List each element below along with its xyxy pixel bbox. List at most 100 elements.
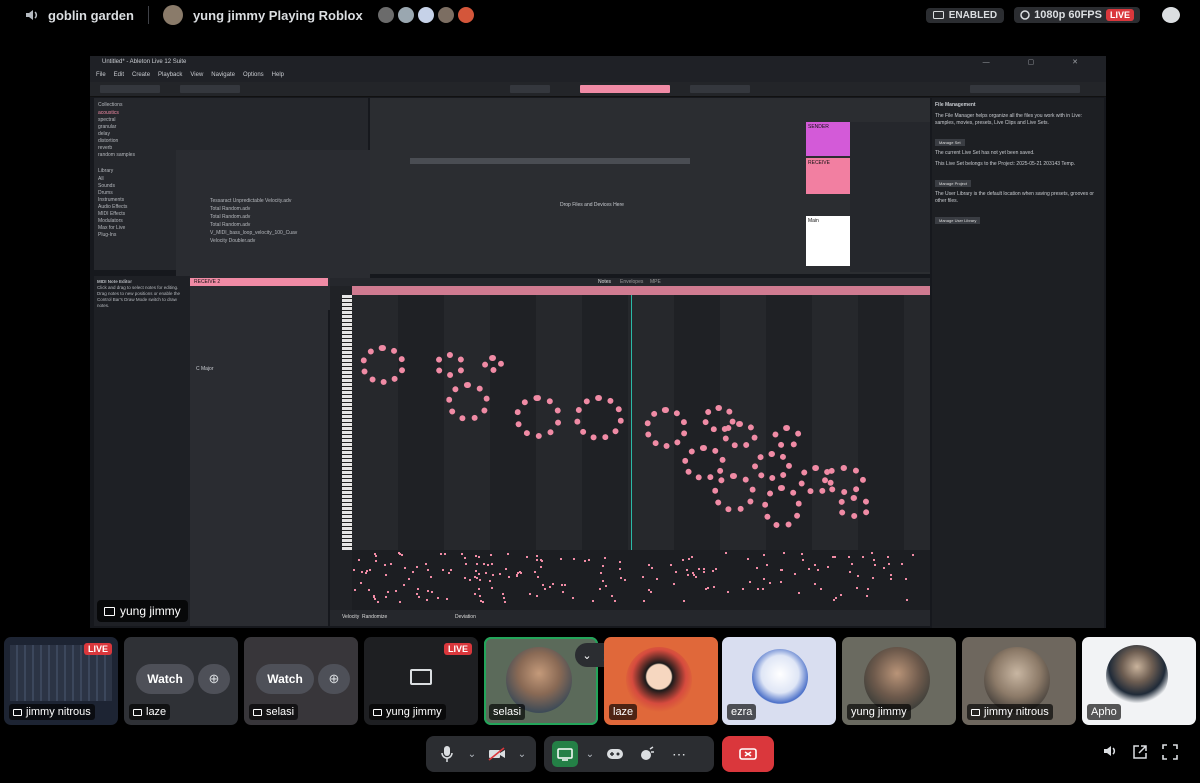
participant-name: selasi — [493, 706, 522, 718]
velocity-marker — [502, 593, 504, 595]
watch-popout-icon[interactable]: ⊕ — [198, 664, 230, 694]
participant-tile[interactable]: laze — [604, 637, 718, 725]
participant-tile[interactable]: jimmy nitrous — [962, 637, 1076, 725]
velocity-marker — [540, 566, 542, 568]
watch-button[interactable]: Watch — [136, 664, 194, 694]
watch-popout-icon[interactable]: ⊕ — [318, 664, 350, 694]
loop-bar — [580, 85, 670, 93]
chevron-down-icon[interactable]: ⌄ — [466, 748, 478, 760]
participant-name: laze — [613, 706, 634, 718]
quality-label: 1080p 60FPS — [1034, 9, 1102, 21]
velocity-marker — [507, 553, 509, 555]
velocity-marker — [780, 581, 782, 583]
velocity-marker — [561, 584, 563, 586]
velocity-marker — [492, 574, 494, 576]
participant-tile[interactable]: Apho — [1082, 637, 1196, 725]
velocity-marker — [866, 595, 868, 597]
velocity-marker — [360, 582, 362, 584]
velocity-marker — [430, 576, 432, 578]
velocity-marker — [476, 577, 478, 579]
velocity-marker — [862, 556, 864, 558]
fullscreen-icon[interactable] — [1162, 744, 1178, 764]
velocity-marker — [537, 576, 539, 578]
velocity-marker — [549, 586, 551, 588]
velocity-marker — [867, 588, 869, 590]
velocity-marker — [491, 563, 493, 565]
tile-label: yung jimmy — [847, 704, 911, 720]
participant-tile[interactable]: LIVE jimmy nitrous — [4, 637, 118, 725]
speaker-icon — [24, 8, 40, 22]
chevron-down-icon[interactable]: ⌄ — [575, 643, 599, 667]
activity-controls: ⌄ ⋯ — [544, 736, 714, 772]
live-badge: LIVE — [83, 643, 112, 655]
participant-tile[interactable]: yung jimmy — [842, 637, 956, 725]
drop-label: Drop Files and Devices Here — [560, 202, 624, 208]
velocity-marker — [840, 594, 842, 596]
velocity-marker — [802, 559, 804, 561]
hangup-button[interactable] — [722, 736, 774, 772]
velocity-marker — [588, 559, 590, 561]
transport-bar — [90, 82, 1106, 97]
track-main: Main — [806, 216, 850, 266]
velocity-marker — [427, 590, 429, 592]
participant-name: yung jimmy — [386, 706, 442, 718]
velocity-marker — [584, 560, 586, 562]
manage-project-button: Manage Project — [935, 180, 972, 187]
velocity-marker — [375, 555, 377, 557]
volume-icon[interactable] — [1102, 744, 1118, 764]
presenter-name-tag: yung jimmy — [97, 600, 188, 622]
chevron-down-icon[interactable]: ⌄ — [516, 748, 528, 760]
watch-button[interactable]: Watch — [256, 664, 314, 694]
participant-tile[interactable]: ezra — [722, 637, 836, 725]
scale-value: C Major — [196, 366, 214, 372]
velocity-marker — [835, 597, 837, 599]
velocity-marker — [763, 554, 765, 556]
velocity-marker — [887, 556, 889, 558]
more-icon[interactable]: ⋯ — [666, 741, 692, 767]
velocity-marker — [529, 593, 531, 595]
screen-share-icon[interactable] — [552, 741, 578, 767]
activity-icon[interactable] — [602, 741, 628, 767]
transport-segment — [510, 85, 550, 93]
menu-item: Create — [132, 72, 151, 78]
mic-icon[interactable] — [434, 741, 460, 767]
velocity-marker — [390, 563, 392, 565]
soundboard-icon[interactable] — [634, 741, 660, 767]
velocity-marker — [614, 600, 616, 602]
hangup-icon — [739, 748, 757, 760]
velocity-marker — [464, 557, 466, 559]
velocity-marker — [426, 599, 428, 601]
velocity-marker — [450, 569, 452, 571]
stream-quality-badge[interactable]: 1080p 60FPS LIVE — [1014, 7, 1140, 23]
participant-tile[interactable]: Watch ⊕ selasi — [244, 637, 358, 725]
participant-tile[interactable]: LIVE yung jimmy — [364, 637, 478, 725]
velocity-marker — [448, 572, 450, 574]
velocity-marker — [905, 578, 907, 580]
timeline-ruler — [352, 286, 930, 295]
piano-roll-footer: Velocity Randomize Deviation — [330, 610, 930, 626]
popout-icon[interactable] — [1132, 744, 1148, 764]
transport-segment — [970, 85, 1080, 93]
browser-item: Plug-Ins — [98, 232, 117, 238]
result-item: Total Random.adv — [210, 214, 251, 220]
chevron-down-icon[interactable]: ⌄ — [584, 748, 596, 760]
velocity-marker — [479, 595, 481, 597]
clip-name: RECEIVE 2 — [190, 278, 328, 286]
velocity-marker — [715, 568, 717, 570]
participant-tile[interactable]: Watch ⊕ laze — [124, 637, 238, 725]
chat-icon[interactable] — [1162, 7, 1180, 23]
browser-item: spectral — [98, 117, 116, 123]
participant-name: jimmy nitrous — [984, 706, 1049, 718]
viewer-avatars[interactable] — [376, 6, 475, 24]
channel-name[interactable]: goblin garden — [48, 8, 134, 23]
note-cluster — [772, 425, 802, 449]
velocity-marker — [683, 600, 685, 602]
velocity-marker — [476, 563, 478, 565]
enabled-badge[interactable]: ENABLED — [925, 7, 1005, 23]
velocity-marker — [465, 563, 467, 565]
velocity-marker — [353, 569, 355, 571]
screen-share-stream[interactable]: Untitled* - Ableton Live 12 Suite — ▢ ✕ … — [90, 56, 1106, 628]
camera-off-icon[interactable] — [484, 741, 510, 767]
velocity-marker — [560, 558, 562, 560]
velocity-marker — [508, 576, 510, 578]
